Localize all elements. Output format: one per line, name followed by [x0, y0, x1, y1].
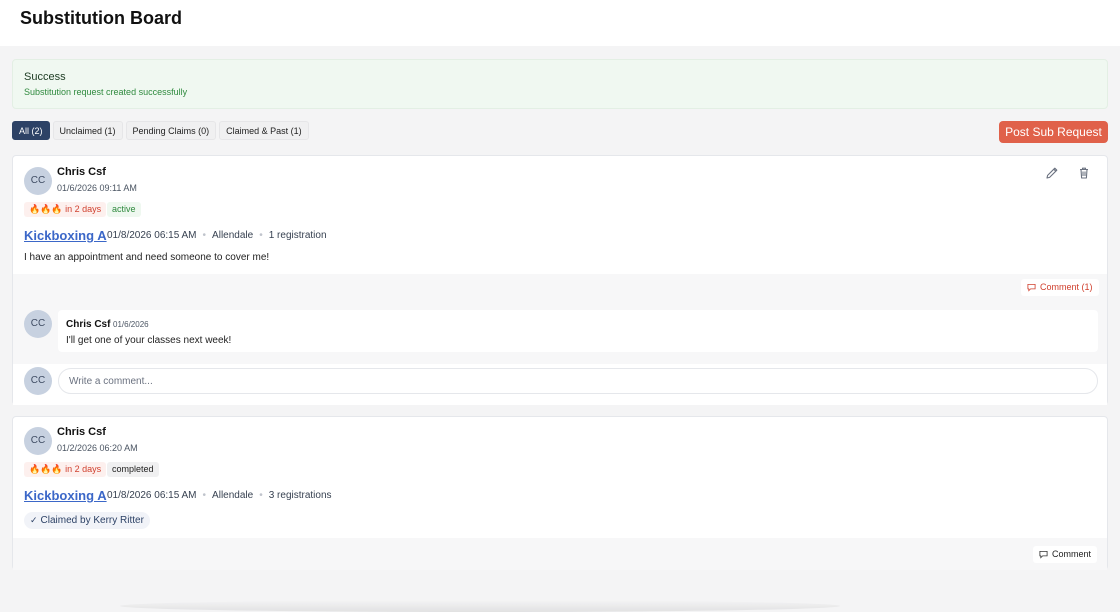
separator-dot: •	[202, 230, 207, 241]
class-link[interactable]: Kickboxing A	[24, 228, 107, 243]
tab-pending-claims[interactable]: Pending Claims (0)	[125, 121, 217, 140]
class-meta: 01/8/2026 06:15 AM • Allendale • 3 registrat…	[107, 490, 332, 501]
class-location: Allendale	[212, 490, 254, 501]
urgency-badge: 🔥🔥🔥 in 2 days	[24, 462, 107, 477]
edit-icon[interactable]	[1044, 165, 1060, 181]
comment-icon	[1027, 283, 1036, 292]
request-note: I have an appointment and need someone t…	[24, 252, 270, 263]
sub-request-card: CC Chris Csf 01/6/2026 09:11 AM 🔥🔥🔥 in 2…	[12, 155, 1108, 405]
class-location: Allendale	[212, 230, 254, 241]
comment-author: Chris Csf	[66, 319, 111, 330]
urgency-badge: 🔥🔥🔥 in 2 days	[24, 202, 107, 217]
comment-icon	[1039, 550, 1048, 559]
comment-button-label: Comment (1)	[1040, 282, 1093, 292]
trash-icon[interactable]	[1076, 165, 1092, 181]
comment-date: 01/6/2026	[113, 320, 149, 329]
comment-toggle-button[interactable]: Comment	[1033, 546, 1098, 563]
tab-claimed-past[interactable]: Claimed & Past (1)	[219, 121, 309, 140]
class-date: 01/8/2026 06:15 AM	[107, 490, 197, 501]
comment-compose: CC	[13, 364, 1107, 405]
check-icon: ✓	[30, 515, 38, 525]
status-badge: active	[107, 202, 141, 217]
tab-all[interactable]: All (2)	[12, 121, 50, 140]
avatar: CC	[24, 427, 52, 455]
author-name: Chris Csf	[57, 426, 106, 438]
class-link[interactable]: Kickboxing A	[24, 488, 107, 503]
claimed-by-label: Claimed by Kerry Ritter	[40, 515, 144, 526]
registration-count: 3 registrations	[268, 490, 332, 501]
author-name: Chris Csf	[57, 166, 106, 178]
sub-request-card: CC Chris Csf 01/2/2026 06:20 AM 🔥🔥🔥 in 2…	[12, 416, 1108, 570]
success-alert: Success Substitution request created suc…	[12, 59, 1108, 109]
comment-item: Chris Csf 01/6/2026 I'll get one of your…	[58, 310, 1098, 352]
post-sub-request-button[interactable]: Post Sub Request	[999, 121, 1108, 143]
post-date: 01/2/2026 06:20 AM	[57, 443, 138, 453]
compose-avatar: CC	[24, 367, 52, 395]
page-header: Substitution Board	[0, 0, 1120, 46]
avatar: CC	[24, 167, 52, 195]
comment-text: I'll get one of your classes next week!	[66, 335, 232, 346]
comment-toggle-button[interactable]: Comment (1)	[1021, 279, 1099, 296]
filter-tabs: All (2) Unclaimed (1) Pending Claims (0)…	[12, 121, 309, 140]
separator-dot: •	[259, 490, 263, 501]
registration-count: 1 registration	[268, 230, 327, 241]
claimed-badge: ✓ Claimed by Kerry Ritter	[24, 512, 150, 529]
separator-dot: •	[259, 230, 263, 241]
status-badge: completed	[107, 462, 159, 477]
page-title: Substitution Board	[20, 8, 182, 28]
scroll-shadow	[120, 600, 840, 612]
tab-unclaimed[interactable]: Unclaimed (1)	[52, 121, 123, 140]
alert-title: Success	[24, 71, 66, 83]
comment-button-label: Comment	[1052, 549, 1092, 559]
class-meta: 01/8/2026 06:15 AM • Allendale • 1 registrat…	[107, 230, 327, 241]
comments-section: Comment	[13, 538, 1107, 570]
separator-dot: •	[202, 490, 207, 501]
class-date: 01/8/2026 06:15 AM	[107, 230, 197, 241]
comment-avatar: CC	[24, 310, 52, 338]
comment-input[interactable]	[58, 368, 1098, 394]
comments-section: Comment (1) CC Chris Csf 01/6/2026 I'll …	[13, 274, 1107, 405]
alert-message: Substitution request created successfull…	[24, 87, 188, 97]
post-date: 01/6/2026 09:11 AM	[57, 183, 137, 193]
